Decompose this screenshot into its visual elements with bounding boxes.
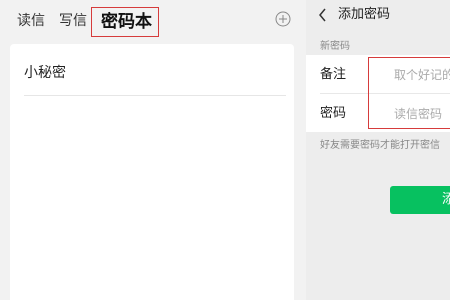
password-book-screen: 读信 写信 密码本 小秘密 xyxy=(0,0,306,300)
divider xyxy=(24,95,286,96)
tab-password-book-label: 密码本 xyxy=(101,12,152,32)
note-label: 备注 xyxy=(320,67,347,82)
highlight-annotation xyxy=(368,57,450,129)
section-label: 新密码 xyxy=(320,41,350,52)
tab-read[interactable]: 读信 xyxy=(17,11,45,31)
add-button-label: 添 xyxy=(442,192,450,207)
list-item[interactable]: 小秘密 xyxy=(10,44,294,96)
password-list: 小秘密 xyxy=(10,44,294,300)
tab-password-book[interactable]: 密码本 xyxy=(91,7,159,37)
add-password-screen: 添加密码 新密码 备注 取个好记的 密码 读信密码 好友需要密码才能打开密信 添 xyxy=(306,0,450,300)
nav-bar: 添加密码 xyxy=(306,0,450,30)
chevron-left-icon[interactable] xyxy=(318,8,327,22)
hint-text: 好友需要密码才能打开密信 xyxy=(320,140,440,151)
add-circle-icon[interactable] xyxy=(275,11,291,27)
page-title: 添加密码 xyxy=(338,7,391,22)
list-item-label: 小秘密 xyxy=(24,65,66,81)
tab-write[interactable]: 写信 xyxy=(59,11,87,31)
add-button[interactable]: 添 xyxy=(390,186,450,214)
tab-bar: 读信 写信 密码本 xyxy=(0,0,306,40)
password-label: 密码 xyxy=(320,106,347,121)
